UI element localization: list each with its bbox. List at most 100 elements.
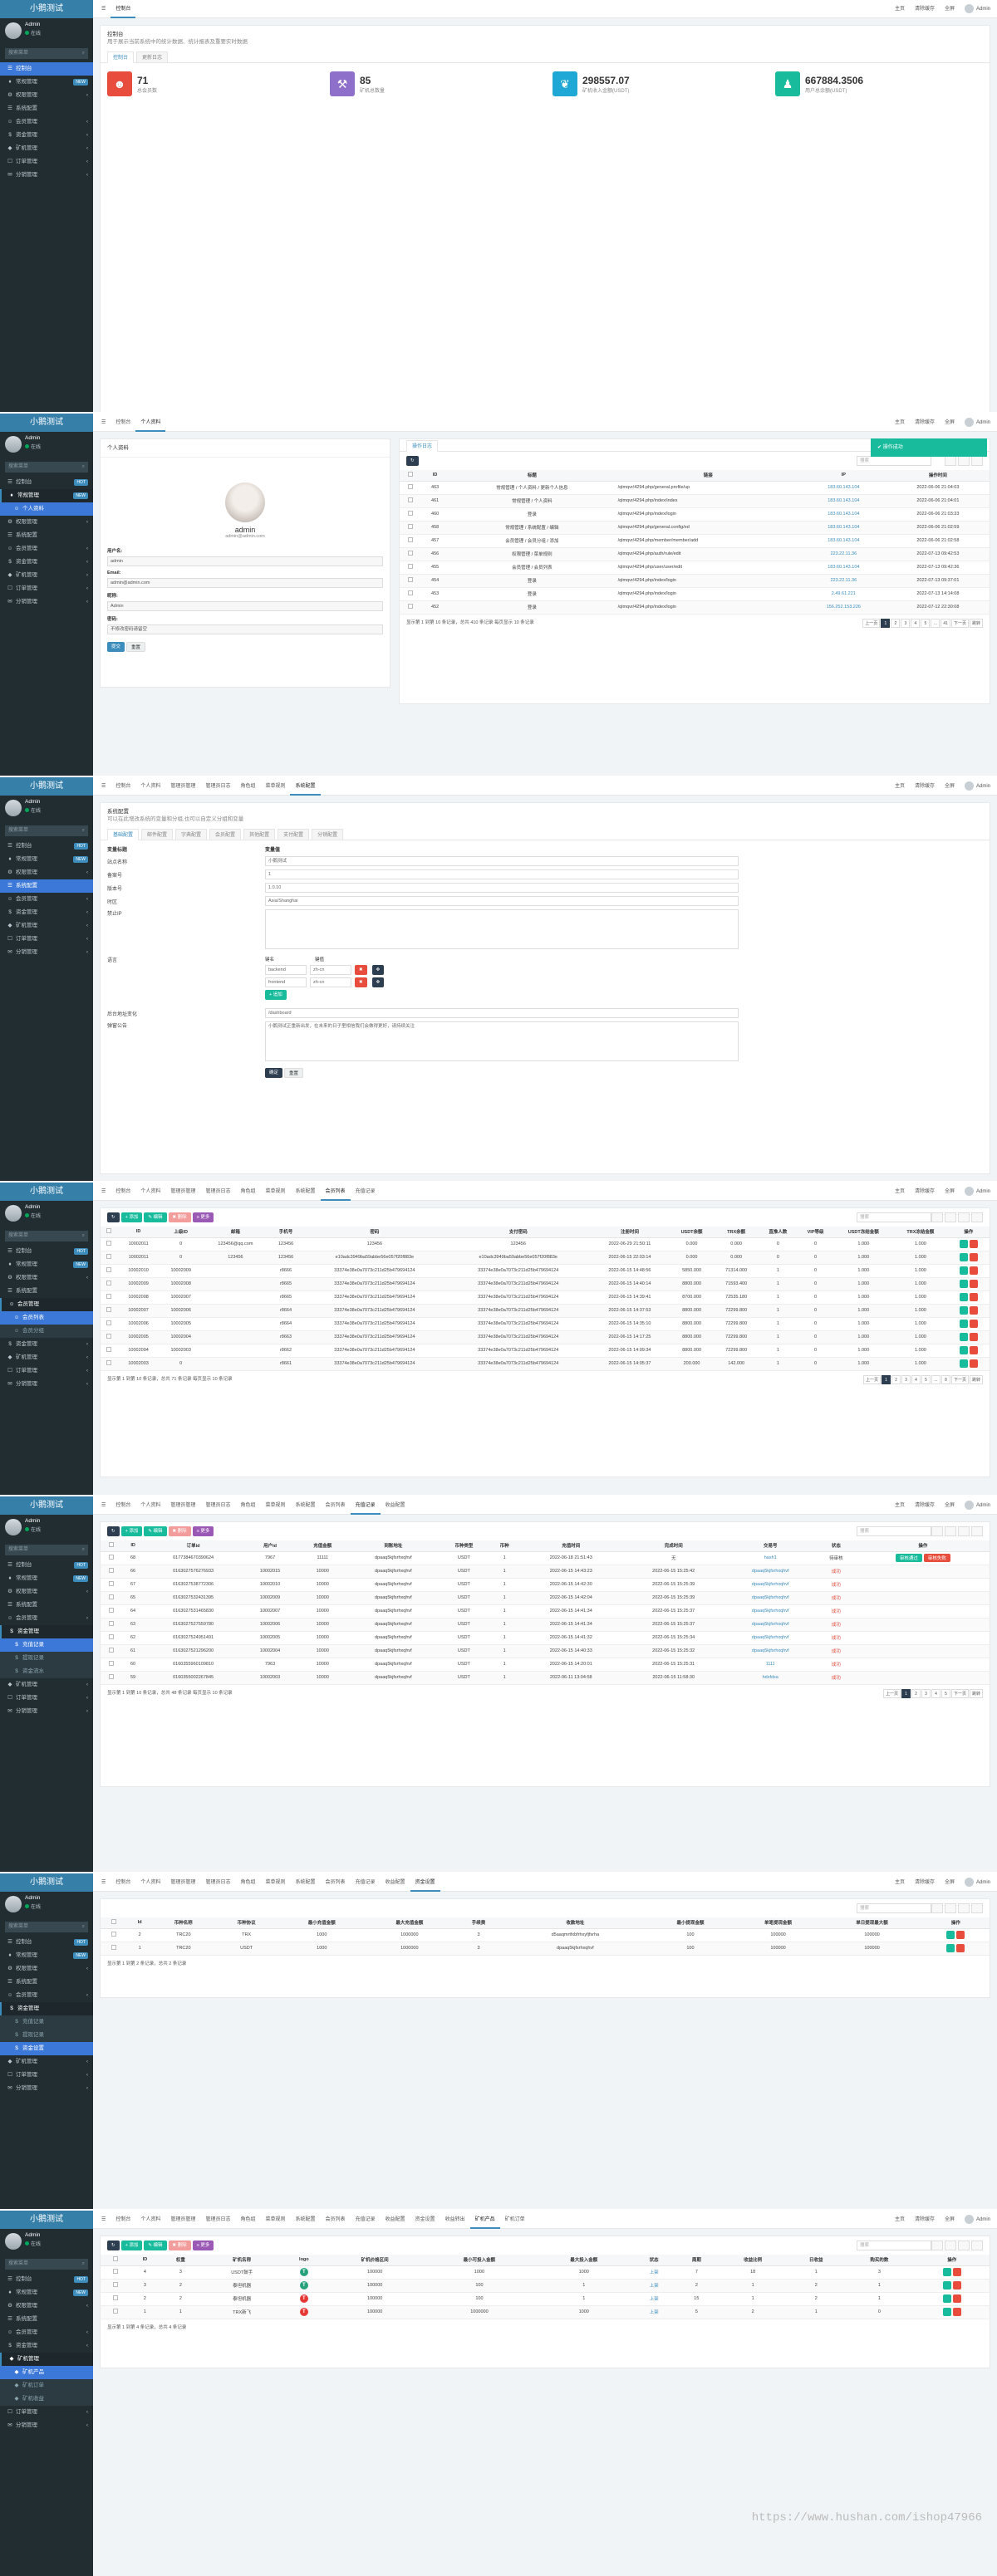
refresh-button[interactable]: ↻ — [107, 2241, 120, 2250]
sidebar-item[interactable]: ◆ 矿机管理 ‹ — [0, 142, 93, 155]
fullscreen-button[interactable]: 全屏 — [945, 1503, 955, 1508]
sidebar-item[interactable]: ✉ 分销管理 ‹ — [0, 595, 93, 609]
checkbox[interactable] — [108, 1661, 114, 1666]
config-tab[interactable]: 分销配置 — [312, 829, 344, 840]
admin-menu[interactable]: Admin — [964, 3, 990, 13]
search-icon[interactable]: ⌕ — [82, 48, 85, 59]
sidebar-item[interactable]: ☺ 个人资料 — [0, 502, 93, 516]
page-button[interactable]: 4 — [911, 618, 921, 628]
tab-members[interactable]: 会员列表 — [321, 2211, 351, 2229]
menu-toggle-icon[interactable]: ☰ — [96, 1496, 111, 1515]
row-checkbox[interactable] — [101, 1317, 118, 1331]
lang-value-input[interactable]: zh-cn — [310, 965, 351, 975]
fullscreen-button[interactable]: 全屏 — [945, 1189, 955, 1194]
avatar[interactable] — [5, 22, 22, 39]
row-checkbox[interactable] — [101, 1658, 122, 1672]
columns-icon[interactable] — [945, 1212, 956, 1222]
row-checkbox[interactable] — [101, 1604, 122, 1619]
table-cell[interactable]: 183.60.143.104 — [800, 534, 886, 548]
home-link[interactable]: 主页 — [895, 2217, 905, 2222]
row-checkbox[interactable] — [101, 1277, 118, 1291]
admin-menu[interactable]: Admin — [964, 1877, 990, 1887]
edit-icon[interactable] — [959, 1293, 968, 1301]
more-button[interactable]: ≡ 更多 — [192, 2241, 214, 2250]
sidebar-item[interactable]: ◆ 矿机收益 — [0, 2392, 93, 2406]
refresh-button[interactable]: ↻ — [107, 1212, 120, 1222]
checkbox[interactable] — [108, 1581, 114, 1586]
row-checkbox[interactable] — [101, 1942, 128, 1956]
table-row[interactable]: 10002010 10002009 r8666 33374e38e0a7073c211… — [101, 1264, 990, 1278]
sidebar-item[interactable]: $ 提现记录 — [0, 1652, 93, 1665]
edit-icon[interactable] — [942, 2268, 951, 2276]
toggle-view-icon[interactable] — [931, 1526, 943, 1536]
table-row[interactable]: 10002011 0 123456@qq.com 123456 123456 123456… — [101, 1237, 990, 1251]
clear-cache-button[interactable]: 清除缓存 — [915, 1189, 935, 1194]
columns-icon[interactable] — [945, 1526, 956, 1536]
tab-payment[interactable]: 收益配置 — [381, 2211, 410, 2229]
checkbox[interactable] — [108, 1568, 114, 1573]
checkbox[interactable] — [108, 1634, 114, 1639]
tab-logs[interactable]: 管理员日志 — [200, 777, 235, 796]
table-row[interactable]: 63 0163027527559780 10002006 10000 dpaaq5kjf… — [101, 1618, 990, 1632]
drag-handle-icon[interactable]: ✥ — [371, 965, 385, 975]
sidebar-item[interactable]: ☺ 会员分组 — [0, 1325, 93, 1338]
table-row[interactable]: 59 0160355002267845 10002003 10000 dpaaq5kjf… — [101, 1671, 990, 1685]
tab-admin[interactable]: 管理员管理 — [165, 777, 200, 796]
tab-admin[interactable]: 管理员管理 — [165, 1183, 200, 1201]
checkbox[interactable] — [408, 484, 414, 489]
home-link[interactable]: 主页 — [895, 1880, 905, 1885]
tab-config[interactable]: 系统配置 — [290, 1496, 320, 1515]
goto-button[interactable]: 跳转 — [969, 618, 983, 628]
page-button[interactable]: 4 — [911, 1374, 921, 1384]
sidebar-search[interactable]: 搜索菜单 ⌕ — [5, 1545, 88, 1555]
search-icon[interactable]: ⌕ — [82, 462, 85, 473]
table-row[interactable]: 10002011 0 123456 123456 e10adc3949ba59abbe5… — [101, 1251, 990, 1265]
delete-icon[interactable] — [969, 1346, 978, 1354]
menu-toggle-icon[interactable]: ☰ — [96, 414, 111, 432]
clear-cache-button[interactable]: 清除缓存 — [915, 420, 935, 425]
tab-config[interactable]: 系统配置 — [290, 1183, 320, 1201]
tab-console[interactable]: 控制台 — [111, 1496, 135, 1515]
page-button[interactable]: 41 — [941, 618, 950, 628]
edit-button[interactable]: ✎ 编辑 — [144, 1526, 167, 1536]
edit-icon[interactable] — [946, 1944, 955, 1952]
table-row[interactable]: 10002004 10002003 r8662 33374e38e0a7073c211… — [101, 1344, 990, 1358]
page-button[interactable]: 5 — [941, 1688, 950, 1698]
edit-icon[interactable] — [959, 1306, 968, 1315]
edit-icon[interactable] — [959, 1253, 968, 1261]
table-cell[interactable]: 183.60.143.104 — [800, 521, 886, 535]
tab-menu[interactable]: 菜单规则 — [260, 1183, 290, 1201]
checkbox[interactable] — [408, 577, 414, 582]
table-row[interactable]: 2 TRC20 TRX 1000 1000000 3 d5aaqmrtfxbfrhxyfjf… — [101, 1928, 990, 1942]
checkbox[interactable] — [111, 1919, 117, 1925]
more-button[interactable]: ≡ 更多 — [192, 1526, 214, 1536]
edit-icon[interactable] — [942, 2281, 951, 2290]
delete-icon[interactable] — [952, 2294, 961, 2303]
checkbox[interactable] — [111, 1945, 117, 1950]
row-checkbox[interactable] — [101, 1290, 118, 1305]
row-checkbox[interactable] — [400, 547, 422, 561]
checkbox[interactable] — [106, 1267, 112, 1272]
row-checkbox[interactable] — [400, 534, 422, 548]
export-icon[interactable] — [958, 1526, 970, 1536]
checkbox[interactable] — [408, 590, 414, 595]
delete-icon[interactable] — [969, 1306, 978, 1315]
sidebar-item[interactable]: ☐ 订单管理 ‹ — [0, 1692, 93, 1705]
tab-recharge[interactable]: 资金设置 — [410, 1873, 440, 1892]
tab-members[interactable]: 会员列表 — [320, 1183, 351, 1201]
delete-icon[interactable] — [969, 1280, 978, 1288]
tab-profile[interactable]: 个人资料 — [135, 1496, 165, 1515]
menu-toggle-icon[interactable]: ☰ — [96, 0, 111, 18]
goto-button[interactable]: 跳转 — [969, 1374, 983, 1384]
config-tab[interactable]: 支付配置 — [277, 829, 310, 840]
checkbox[interactable] — [408, 551, 414, 556]
add-button[interactable]: + 添加 — [120, 1526, 143, 1536]
page-button[interactable]: 下一页 — [950, 1688, 969, 1698]
delete-icon[interactable] — [956, 1944, 965, 1952]
tab-admin[interactable]: 管理员管理 — [165, 2211, 200, 2229]
table-row[interactable]: 65 0163027532431395 10002009 10000 dpaaq5kjf… — [101, 1591, 990, 1605]
row-checkbox[interactable] — [101, 1591, 122, 1605]
tab-profile[interactable]: 个人资料 — [135, 777, 165, 796]
row-checkbox[interactable] — [400, 494, 422, 508]
home-link[interactable]: 主页 — [895, 784, 905, 789]
